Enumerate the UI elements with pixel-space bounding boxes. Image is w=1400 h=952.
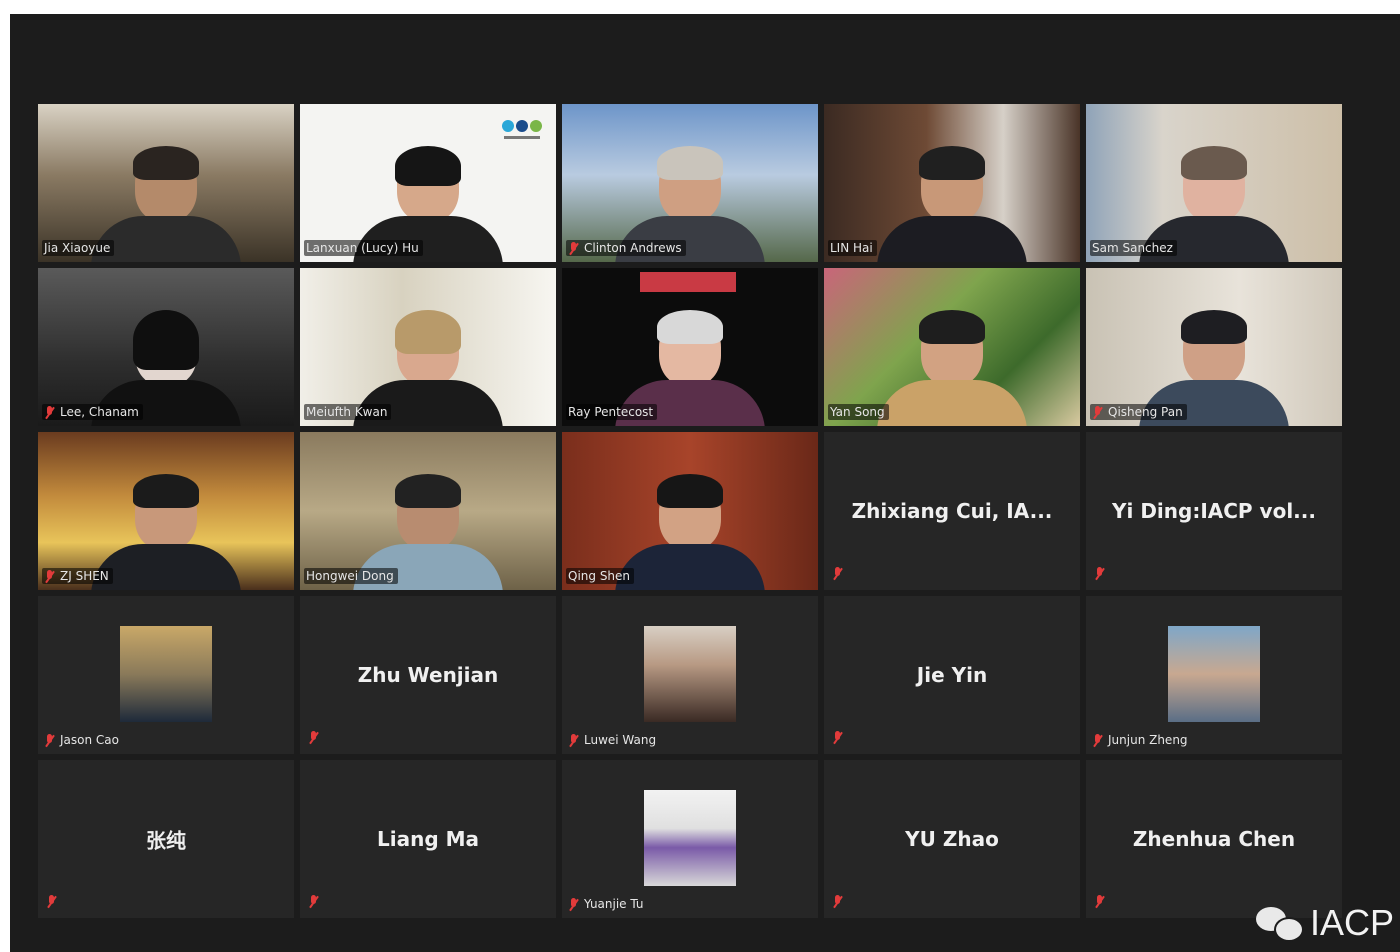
video-tile[interactable]: Yan Song — [824, 268, 1080, 426]
participant-name: Yuanjie Tu — [584, 897, 644, 911]
video-tile[interactable]: Clinton Andrews — [562, 104, 818, 262]
avatar-tile[interactable]: Junjun Zheng — [1086, 596, 1342, 754]
participant-name: Luwei Wang — [584, 733, 657, 747]
muted-mic-icon — [46, 894, 58, 908]
participant-name: Sam Sanchez — [1092, 241, 1173, 255]
participant-name: Yan Song — [830, 405, 885, 419]
muted-mic-icon — [308, 894, 320, 908]
video-tile[interactable]: Hongwei Dong — [300, 432, 556, 590]
participant-name-tag: Qing Shen — [566, 568, 635, 584]
video-tile-active-speaker[interactable]: Lanxuan (Lucy) Hu — [300, 104, 556, 262]
participant-name-tag: Lanxuan (Lucy) Hu — [304, 240, 423, 256]
muted-mic-icon — [568, 733, 580, 747]
participant-name: Meiufth Kwan — [306, 405, 388, 419]
participant-video — [877, 146, 1027, 262]
participant-name: Jia Xiaoyue — [44, 241, 111, 255]
participant-name: Qing Shen — [568, 569, 631, 583]
muted-mic-icon — [1092, 733, 1104, 747]
muted-mic-icon — [568, 897, 580, 911]
video-tile[interactable]: Lee, Chanam — [38, 268, 294, 426]
name-only-tile[interactable]: 张纯 — [38, 760, 294, 918]
participant-name: Lanxuan (Lucy) Hu — [306, 241, 419, 255]
participant-name-tag: Luwei Wang — [566, 732, 660, 748]
participant-name-tag: Ray Pentecost — [566, 404, 658, 420]
participant-name-tag: Jason Cao — [42, 732, 123, 748]
video-tile[interactable]: Sam Sanchez — [1086, 104, 1342, 262]
muted-mic-icon — [44, 569, 56, 583]
participant-name-tag: Clinton Andrews — [566, 240, 686, 256]
muted-mic-icon — [1094, 566, 1106, 580]
participant-name-tag: Hongwei Dong — [304, 568, 398, 584]
participant-display-name: Zhixiang Cui, IA... — [851, 499, 1053, 523]
video-tile[interactable]: Jia Xiaoyue — [38, 104, 294, 262]
muted-mic-icon — [832, 894, 844, 908]
video-tile[interactable]: Qing Shen — [562, 432, 818, 590]
participant-name-tag: Sam Sanchez — [1090, 240, 1177, 256]
muted-mic-icon — [568, 241, 580, 255]
name-only-tile[interactable]: Liang Ma — [300, 760, 556, 918]
participant-name: Jason Cao — [60, 733, 119, 747]
participant-name-tag: Jia Xiaoyue — [42, 240, 115, 256]
zoom-gallery-window: Jia Xiaoyue Lanxuan (Lucy) Hu Clinton An… — [10, 14, 1400, 952]
muted-mic-icon — [832, 730, 844, 744]
participant-video — [615, 474, 765, 590]
video-tile[interactable]: LIN Hai — [824, 104, 1080, 262]
participant-display-name: Jie Yin — [916, 663, 988, 687]
participant-name-tag: ZJ SHEN — [42, 568, 113, 584]
muted-mic-icon — [308, 730, 320, 744]
profile-photo — [644, 790, 736, 886]
participant-name: Lee, Chanam — [60, 405, 139, 419]
participant-display-name: Zhu Wenjian — [357, 663, 499, 687]
video-tile[interactable]: Ray Pentecost — [562, 268, 818, 426]
name-only-tile[interactable]: Zhu Wenjian — [300, 596, 556, 754]
muted-mic-icon — [44, 733, 56, 747]
participant-display-name: YU Zhao — [905, 827, 999, 851]
participant-name-tag: Yuanjie Tu — [566, 896, 648, 912]
participant-display-name: Zhenhua Chen — [1132, 827, 1296, 851]
muted-mic-icon — [832, 566, 844, 580]
video-tile[interactable]: Qisheng Pan — [1086, 268, 1342, 426]
avatar-tile[interactable]: Jason Cao — [38, 596, 294, 754]
participant-name: Qisheng Pan — [1108, 405, 1183, 419]
participant-video — [91, 474, 241, 590]
avatar-tile[interactable]: Luwei Wang — [562, 596, 818, 754]
name-only-tile[interactable]: Zhenhua Chen — [1086, 760, 1342, 918]
participant-name-tag: Junjun Zheng — [1090, 732, 1192, 748]
banner-sign — [640, 272, 736, 292]
profile-photo — [120, 626, 212, 722]
profile-photo — [1168, 626, 1260, 722]
participant-name: Hongwei Dong — [306, 569, 394, 583]
logo-icon — [500, 116, 544, 144]
name-only-tile[interactable]: YU Zhao — [824, 760, 1080, 918]
video-tile[interactable]: Meiufth Kwan — [300, 268, 556, 426]
participant-name-tag: Qisheng Pan — [1090, 404, 1187, 420]
name-only-tile[interactable]: Zhixiang Cui, IA... — [824, 432, 1080, 590]
muted-mic-icon — [1094, 894, 1106, 908]
avatar-tile[interactable]: Yuanjie Tu — [562, 760, 818, 918]
participant-name-tag: Yan Song — [828, 404, 889, 420]
participant-display-name: 张纯 — [146, 828, 186, 853]
profile-photo — [644, 626, 736, 722]
watermark-text: IACP — [1309, 902, 1394, 943]
name-only-tile[interactable]: Yi Ding:IACP vol... — [1086, 432, 1342, 590]
participant-name-tag: Lee, Chanam — [42, 404, 143, 420]
name-only-tile[interactable]: Jie Yin — [824, 596, 1080, 754]
participant-display-name: Yi Ding:IACP vol... — [1112, 499, 1316, 523]
iacp-watermark: IACP — [1255, 902, 1394, 944]
participant-name: LIN Hai — [830, 241, 873, 255]
muted-mic-icon — [44, 405, 56, 419]
muted-mic-icon — [1092, 405, 1104, 419]
participant-name: ZJ SHEN — [60, 569, 109, 583]
wechat-icon — [1255, 905, 1304, 942]
participant-display-name: Liang Ma — [376, 827, 479, 851]
participant-name-tag: LIN Hai — [828, 240, 877, 256]
participant-name: Junjun Zheng — [1108, 733, 1188, 747]
participant-video — [877, 310, 1027, 426]
participant-name: Clinton Andrews — [584, 241, 682, 255]
participant-name-tag: Meiufth Kwan — [304, 404, 392, 420]
gallery-grid: Jia Xiaoyue Lanxuan (Lucy) Hu Clinton An… — [38, 104, 1342, 918]
participant-name: Ray Pentecost — [568, 405, 654, 419]
video-tile[interactable]: ZJ SHEN — [38, 432, 294, 590]
